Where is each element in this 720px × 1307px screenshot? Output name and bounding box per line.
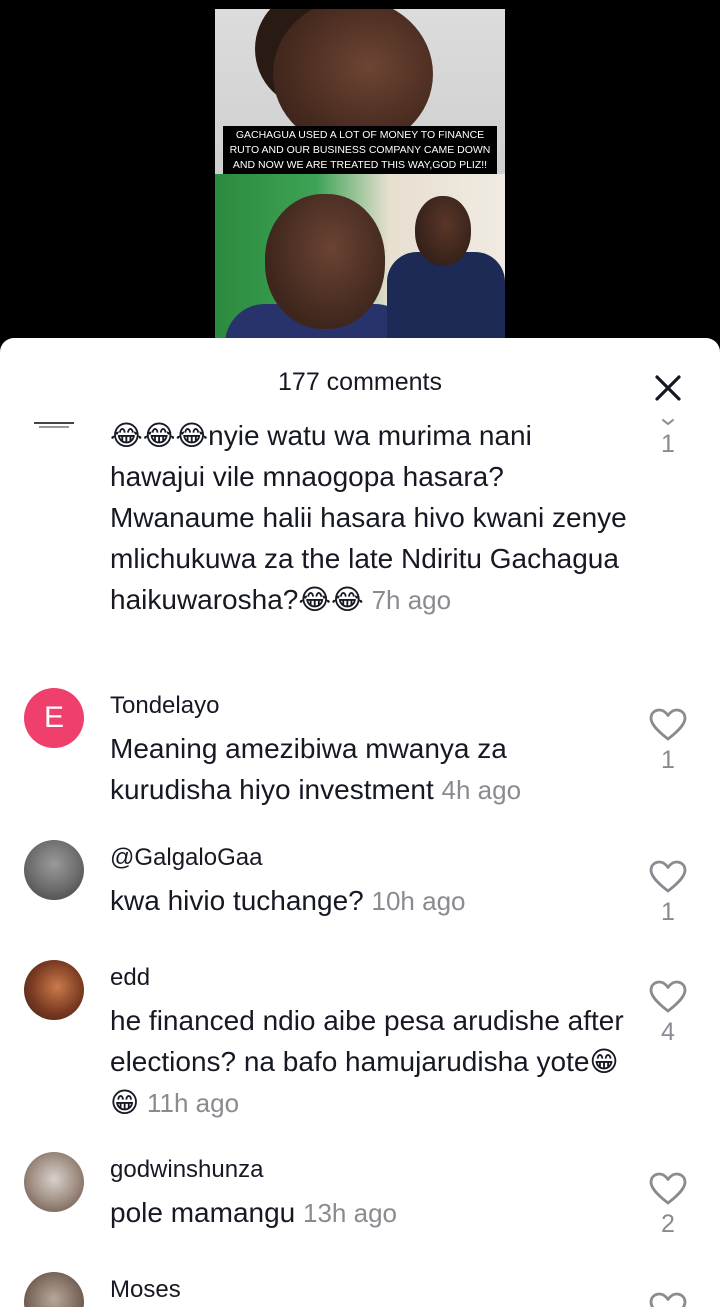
comment-item: 😂😂😂nyie watu wa murima nani hawajui vile…: [0, 410, 720, 670]
avatar[interactable]: [24, 418, 84, 432]
person-face: [415, 196, 471, 266]
heart-outline-icon: [649, 860, 687, 893]
comment-item: E Tondelayo Meaning amezibiwa mwanya za …: [0, 688, 720, 828]
comment-text: kwa hivio tuchange? 10h ago: [110, 885, 466, 916]
heart-outline-icon: [649, 1292, 687, 1307]
close-button[interactable]: [648, 368, 688, 408]
close-icon: [655, 375, 681, 401]
video-thumbnail: GACHAGUA USED A LOT OF MONEY TO FINANCE …: [215, 9, 505, 339]
video-player[interactable]: GACHAGUA USED A LOT OF MONEY TO FINANCE …: [0, 0, 720, 360]
comment-text: 😂😂😂nyie watu wa murima nani hawajui vile…: [110, 420, 627, 615]
avatar[interactable]: [24, 840, 84, 900]
like-button[interactable]: 2: [648, 1172, 688, 1239]
comment-username[interactable]: Tondelayo: [110, 692, 219, 720]
like-button[interactable]: 4: [648, 980, 688, 1047]
comment-time: 7h ago: [371, 585, 452, 615]
thumbnail-bottom-panel: [215, 174, 505, 339]
avatar[interactable]: [24, 960, 84, 1020]
comment-item: edd he financed ndio aibe pesa arudishe …: [0, 960, 720, 1140]
comment-text: he financed ndio aibe pesa arudishe afte…: [110, 1005, 624, 1118]
comment-item: @GalgaloGaa kwa hivio tuchange? 10h ago …: [0, 840, 720, 950]
comment-text: Meaning amezibiwa mwanya za kurudisha hi…: [110, 733, 522, 805]
like-count: 2: [661, 1210, 675, 1238]
comment-item: Moses: [0, 1272, 720, 1307]
like-count: 4: [661, 1018, 675, 1046]
comments-count: 177 comments: [278, 368, 442, 396]
heart-outline-icon: [649, 708, 687, 741]
like-button[interactable]: [648, 1292, 688, 1307]
comment-text: pole mamangu 13h ago: [110, 1197, 397, 1228]
comment-time: 11h ago: [146, 1088, 240, 1118]
video-caption: GACHAGUA USED A LOT OF MONEY TO FINANCE …: [223, 126, 497, 175]
comment-username[interactable]: @GalgaloGaa: [110, 844, 262, 872]
person-face: [265, 194, 385, 329]
avatar[interactable]: E: [24, 688, 84, 748]
like-count: 1: [661, 430, 675, 458]
thumbnail-top-panel: GACHAGUA USED A LOT OF MONEY TO FINANCE …: [215, 9, 505, 175]
like-button[interactable]: 1: [648, 708, 688, 775]
comments-header: 177 comments: [0, 338, 720, 418]
comment-username[interactable]: Moses: [110, 1276, 181, 1304]
comment-username[interactable]: edd: [110, 964, 150, 992]
comment-time: 13h ago: [303, 1198, 397, 1228]
comment-item: godwinshunza pole mamangu 13h ago 2: [0, 1152, 720, 1262]
like-count: 1: [661, 746, 675, 774]
chevron-down-icon: [662, 419, 674, 426]
like-button[interactable]: 1: [648, 860, 688, 927]
heart-outline-icon: [649, 980, 687, 1013]
comment-time: 10h ago: [371, 886, 466, 916]
heart-outline-icon: [649, 1172, 687, 1205]
comment-username[interactable]: godwinshunza: [110, 1156, 263, 1184]
comment-time: 4h ago: [441, 775, 522, 805]
like-button[interactable]: 1: [648, 418, 688, 459]
like-count: 1: [661, 898, 675, 926]
avatar[interactable]: [24, 1272, 84, 1307]
avatar[interactable]: [24, 1152, 84, 1212]
comments-sheet: 177 comments 😂😂😂nyie watu wa murima nani…: [0, 338, 720, 1307]
